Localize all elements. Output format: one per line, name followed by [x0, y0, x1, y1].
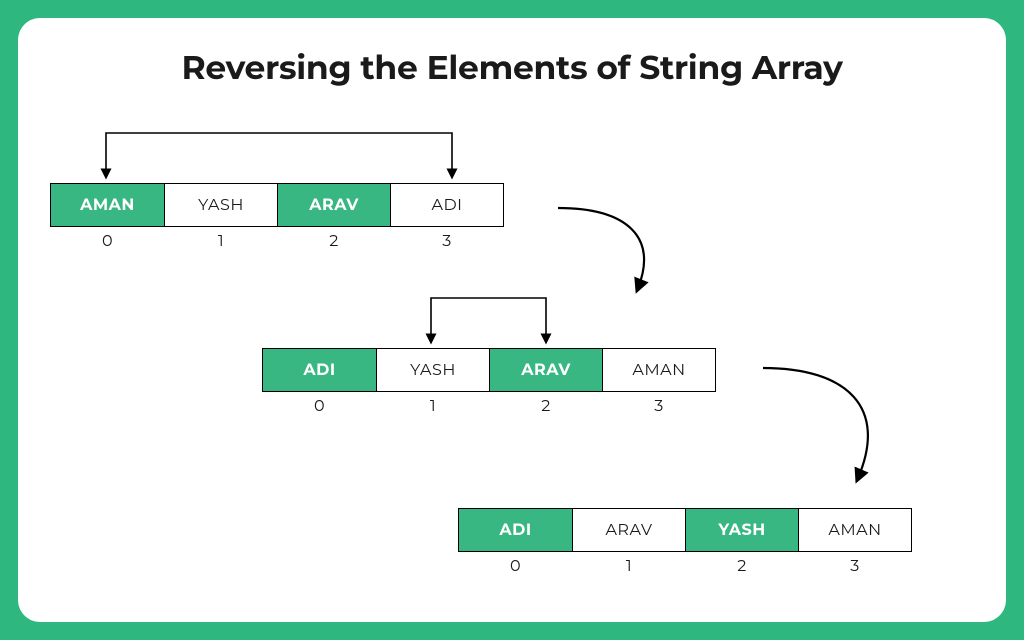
swap-bracket-2 [431, 298, 546, 340]
page-title: Reversing the Elements of String Array [18, 48, 1006, 88]
array-cell: AMAN3 [798, 509, 911, 551]
transition-arrow-2 [763, 368, 868, 478]
array-cell: YASH2 [685, 509, 798, 551]
diagram-stage: AMAN0 YASH1 ARAV2 ADI3 ADI0 YASH1 ARAV2 … [18, 88, 1006, 608]
array-step-3: ADI0 ARAV1 YASH2 AMAN3 [458, 508, 912, 552]
array-cell: ADI0 [263, 349, 376, 391]
array-cell: YASH1 [164, 184, 277, 226]
array-cell: AMAN3 [602, 349, 715, 391]
transition-arrow-1 [558, 208, 644, 288]
array-cell: AMAN0 [51, 184, 164, 226]
array-step-1: AMAN0 YASH1 ARAV2 ADI3 [50, 183, 504, 227]
swap-bracket-1 [106, 133, 452, 175]
array-cell: ARAV2 [489, 349, 602, 391]
array-cell: ADI3 [390, 184, 503, 226]
array-step-2: ADI0 YASH1 ARAV2 AMAN3 [262, 348, 716, 392]
diagram-card: Reversing the Elements of String Array A… [18, 18, 1006, 622]
array-cell: YASH1 [376, 349, 489, 391]
array-cell: ADI0 [459, 509, 572, 551]
array-cell: ARAV1 [572, 509, 685, 551]
array-cell: ARAV2 [277, 184, 390, 226]
